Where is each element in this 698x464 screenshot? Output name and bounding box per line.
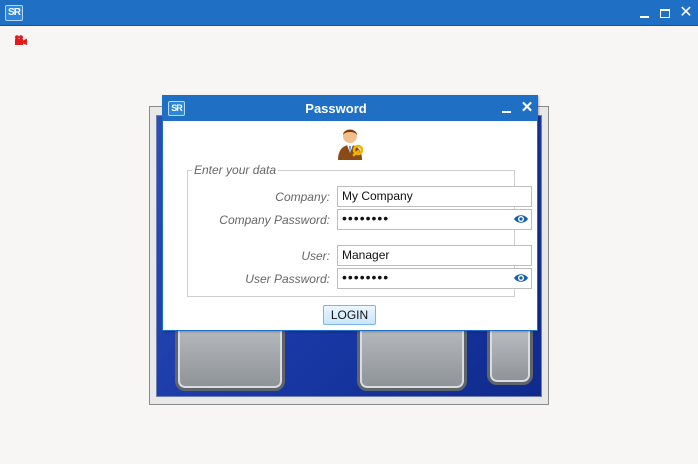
user-input[interactable]: Manager xyxy=(337,245,532,266)
user-password-label: User Password: xyxy=(245,272,330,286)
login-button[interactable]: LOGIN xyxy=(323,305,376,325)
show-password-icon[interactable] xyxy=(513,213,529,225)
main-title-bar: SR ✕ xyxy=(0,0,698,26)
app-logo-icon: SR xyxy=(5,5,23,21)
video-camera-icon xyxy=(15,35,27,45)
company-label: Company: xyxy=(275,190,330,204)
maximize-icon xyxy=(660,9,670,18)
close-button[interactable]: ✕ xyxy=(676,3,696,23)
dialog-minimize-button[interactable] xyxy=(499,100,513,116)
dialog-title-bar: SR Password ✕ xyxy=(163,96,537,121)
minimize-button[interactable] xyxy=(634,3,654,23)
dialog-title: Password xyxy=(305,101,367,116)
minimize-icon xyxy=(501,111,511,113)
company-value: My Company xyxy=(342,189,413,203)
user-label: User: xyxy=(301,249,330,263)
maximize-button[interactable] xyxy=(655,3,675,23)
close-icon: ✕ xyxy=(520,99,534,116)
password-dialog: SR Password ✕ Enter your data Company: M… xyxy=(162,95,538,331)
user-password-value: •••••••• xyxy=(342,269,390,285)
company-password-input[interactable]: •••••••• xyxy=(337,209,532,230)
show-password-icon[interactable] xyxy=(513,272,529,284)
dialog-close-button[interactable]: ✕ xyxy=(519,98,535,118)
close-icon: ✕ xyxy=(679,4,693,21)
user-password-input[interactable]: •••••••• xyxy=(337,268,532,289)
login-fieldset: Enter your data Company: My Company Comp… xyxy=(187,162,532,297)
user-value: Manager xyxy=(342,248,390,262)
company-password-label: Company Password: xyxy=(219,213,330,227)
company-password-value: •••••••• xyxy=(342,210,390,226)
minimize-icon xyxy=(639,16,649,18)
company-input[interactable]: My Company xyxy=(337,186,532,207)
fieldset-legend: Enter your data xyxy=(192,162,279,178)
user-key-icon xyxy=(338,129,364,160)
